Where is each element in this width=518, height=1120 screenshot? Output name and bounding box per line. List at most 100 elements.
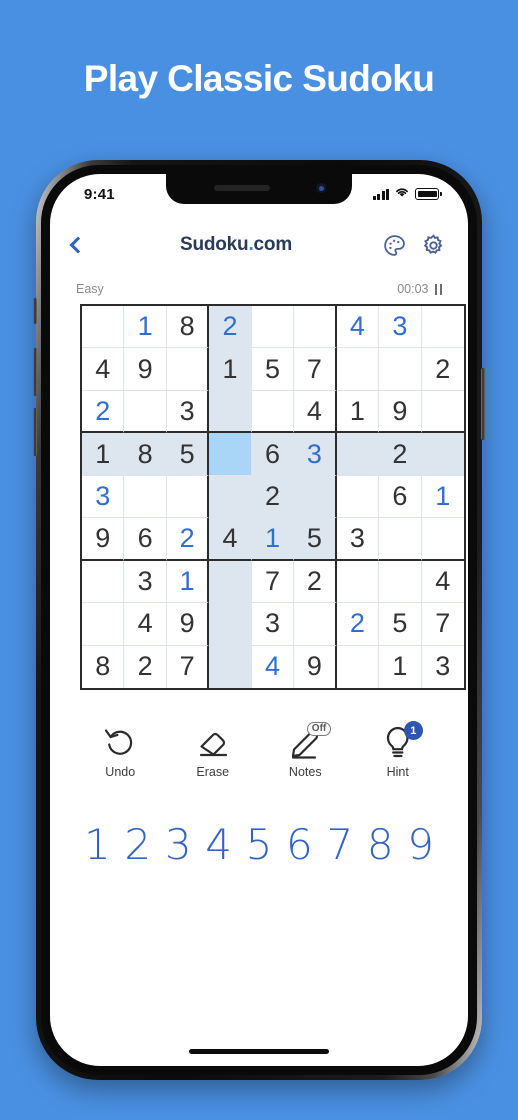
- sudoku-cell-r7c9[interactable]: 4: [421, 561, 464, 604]
- sudoku-cell-r9c6[interactable]: 9: [294, 645, 337, 688]
- numpad-key-3[interactable]: 3: [165, 824, 192, 866]
- sudoku-cell-r8c5[interactable]: 3: [251, 603, 295, 646]
- sudoku-cell-r8c2[interactable]: 4: [124, 603, 167, 646]
- power-button[interactable]: [481, 368, 485, 440]
- sudoku-cell-r6c1[interactable]: 9: [82, 518, 125, 561]
- sudoku-cell-r4c9[interactable]: [421, 433, 464, 476]
- sudoku-cell-r8c3[interactable]: 9: [166, 603, 210, 646]
- sudoku-cell-r4c6[interactable]: 3: [294, 433, 337, 476]
- sudoku-cell-r8c1[interactable]: [82, 603, 125, 646]
- sudoku-cell-r5c1[interactable]: 3: [82, 475, 125, 519]
- numpad-key-9[interactable]: 9: [407, 824, 434, 866]
- sudoku-cell-r8c9[interactable]: 7: [421, 603, 464, 646]
- sudoku-cell-r2c2[interactable]: 9: [124, 348, 167, 391]
- sudoku-cell-r5c3[interactable]: [166, 475, 210, 519]
- home-indicator[interactable]: [189, 1049, 329, 1054]
- sudoku-cell-r4c1[interactable]: 1: [82, 433, 125, 476]
- numpad-key-2[interactable]: 2: [124, 824, 151, 866]
- sudoku-cell-r9c9[interactable]: 3: [422, 646, 464, 688]
- sudoku-cell-r6c3[interactable]: 2: [166, 518, 210, 561]
- sudoku-cell-r5c2[interactable]: [124, 475, 167, 519]
- sudoku-cell-r5c8[interactable]: 6: [379, 475, 422, 519]
- sudoku-cell-r6c5[interactable]: 1: [251, 518, 295, 561]
- numpad-key-5[interactable]: 5: [246, 824, 273, 866]
- pause-icon[interactable]: [434, 283, 442, 295]
- sudoku-cell-r5c9[interactable]: 1: [421, 476, 464, 519]
- sudoku-cell-r9c1[interactable]: 8: [82, 645, 125, 688]
- sudoku-cell-r3c6[interactable]: 4: [294, 390, 337, 434]
- volume-down-button[interactable]: [33, 408, 37, 456]
- sudoku-cell-r7c4[interactable]: [209, 560, 252, 604]
- sudoku-cell-r1c8[interactable]: 3: [379, 306, 422, 349]
- sudoku-cell-r1c9[interactable]: [421, 306, 464, 349]
- sudoku-cell-r3c9[interactable]: [421, 391, 464, 434]
- sudoku-cell-r3c3[interactable]: 3: [166, 390, 210, 434]
- sudoku-cell-r5c7[interactable]: [336, 475, 380, 519]
- sudoku-cell-r2c6[interactable]: 7: [294, 348, 337, 391]
- sudoku-cell-r2c4[interactable]: 1: [209, 348, 252, 391]
- sudoku-cell-r8c8[interactable]: 5: [379, 603, 422, 646]
- sudoku-cell-r3c7[interactable]: 1: [336, 390, 380, 434]
- sudoku-cell-r4c5[interactable]: 6: [251, 433, 295, 476]
- sudoku-cell-r6c8[interactable]: [379, 518, 422, 561]
- sudoku-cell-r6c7[interactable]: 3: [336, 518, 380, 561]
- sudoku-board[interactable]: 1824349157223419185632326196241533172449…: [80, 304, 466, 690]
- sudoku-cell-r7c3[interactable]: 1: [166, 560, 210, 604]
- numpad-key-1[interactable]: 1: [84, 824, 111, 866]
- sudoku-cell-r1c5[interactable]: [251, 306, 295, 349]
- sudoku-cell-r1c7[interactable]: 4: [336, 306, 380, 349]
- sudoku-cell-r1c2[interactable]: 1: [124, 306, 167, 349]
- sudoku-cell-r7c1[interactable]: [82, 560, 125, 604]
- sudoku-cell-r1c6[interactable]: [294, 306, 337, 349]
- sudoku-cell-r9c2[interactable]: 2: [124, 645, 167, 688]
- sudoku-cell-r7c5[interactable]: 7: [251, 560, 295, 604]
- sudoku-cell-r4c4[interactable]: [209, 433, 252, 476]
- sudoku-cell-r2c8[interactable]: [379, 348, 422, 391]
- sudoku-cell-r9c8[interactable]: 1: [379, 645, 422, 688]
- sudoku-cell-r1c3[interactable]: 8: [166, 306, 210, 349]
- sudoku-cell-r7c2[interactable]: 3: [124, 560, 167, 604]
- sudoku-cell-r5c5[interactable]: 2: [251, 475, 295, 519]
- tool-notes-button[interactable]: Off Notes: [268, 722, 342, 779]
- sudoku-cell-r2c3[interactable]: [166, 348, 210, 391]
- sudoku-cell-r8c4[interactable]: [209, 603, 252, 646]
- sudoku-cell-r3c1[interactable]: 2: [82, 390, 125, 434]
- volume-up-button[interactable]: [33, 348, 37, 396]
- sudoku-cell-r2c1[interactable]: 4: [82, 348, 125, 391]
- sudoku-cell-r4c8[interactable]: 2: [379, 433, 422, 476]
- sudoku-cell-r6c9[interactable]: [421, 518, 464, 561]
- sudoku-cell-r1c1[interactable]: [82, 306, 125, 349]
- back-button[interactable]: [69, 236, 102, 254]
- sudoku-cell-r6c2[interactable]: 6: [124, 518, 167, 561]
- tool-hint-button[interactable]: 1 Hint: [361, 721, 435, 779]
- silent-switch[interactable]: [33, 298, 37, 324]
- palette-icon[interactable]: [382, 233, 407, 258]
- sudoku-cell-r4c3[interactable]: 5: [166, 433, 210, 476]
- sudoku-cell-r9c7[interactable]: [337, 645, 380, 688]
- sudoku-cell-r2c5[interactable]: 5: [251, 348, 295, 391]
- sudoku-cell-r7c6[interactable]: 2: [294, 560, 337, 604]
- sudoku-cell-r3c4[interactable]: [209, 390, 252, 434]
- sudoku-cell-r7c8[interactable]: [379, 560, 422, 604]
- numpad-key-6[interactable]: 6: [286, 824, 313, 866]
- sudoku-cell-r9c5[interactable]: 4: [252, 645, 295, 688]
- sudoku-cell-r5c6[interactable]: [294, 475, 337, 519]
- numpad-key-4[interactable]: 4: [205, 824, 232, 866]
- sudoku-cell-r9c4[interactable]: [209, 645, 252, 688]
- sudoku-cell-r4c2[interactable]: 8: [124, 433, 167, 476]
- sudoku-cell-r6c6[interactable]: 5: [294, 518, 337, 561]
- sudoku-cell-r8c7[interactable]: 2: [336, 603, 380, 646]
- numpad-key-7[interactable]: 7: [326, 824, 353, 866]
- sudoku-cell-r4c7[interactable]: [336, 433, 380, 476]
- sudoku-cell-r3c2[interactable]: [124, 390, 167, 434]
- sudoku-cell-r6c4[interactable]: 4: [209, 518, 252, 561]
- sudoku-cell-r2c7[interactable]: [336, 348, 380, 391]
- tool-undo-button[interactable]: Undo: [83, 722, 157, 779]
- sudoku-cell-r3c5[interactable]: [251, 390, 295, 434]
- sudoku-cell-r3c8[interactable]: 9: [379, 390, 422, 434]
- sudoku-cell-r8c6[interactable]: [294, 603, 337, 646]
- sudoku-cell-r5c4[interactable]: [209, 475, 252, 519]
- sudoku-cell-r1c4[interactable]: 2: [209, 306, 252, 349]
- numpad-key-8[interactable]: 8: [367, 824, 394, 866]
- tool-erase-button[interactable]: Erase: [176, 722, 250, 779]
